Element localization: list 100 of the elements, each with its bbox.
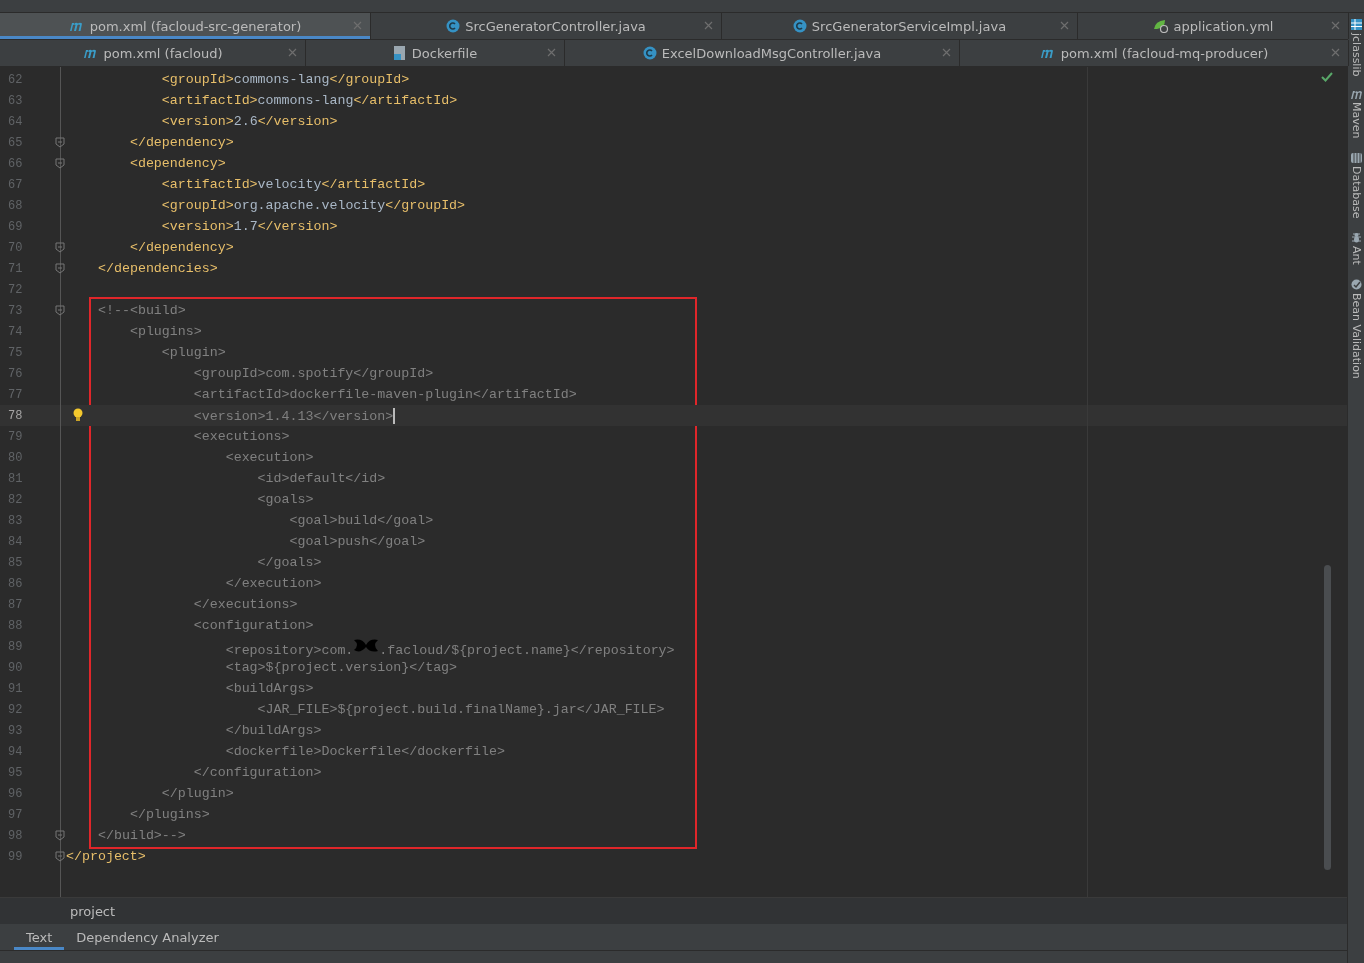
line-number: 92 xyxy=(7,702,24,717)
code-line: </buildArgs> xyxy=(224,723,322,738)
tool-window-button[interactable]: Database xyxy=(1349,165,1363,219)
code-line: <version>1.7</version> xyxy=(160,219,338,234)
view-tab[interactable]: Dependency Analyzer xyxy=(64,924,231,950)
view-tab[interactable]: Text xyxy=(14,924,65,950)
code-line: <dockerfile>Dockerfile</dockerfile> xyxy=(224,744,505,759)
close-icon[interactable] xyxy=(288,48,297,57)
line-number: 95 xyxy=(7,765,24,780)
line-number: 70 xyxy=(7,240,24,255)
line-number: 72 xyxy=(7,282,24,297)
editor-tab[interactable]: pom.xml (facloud-src-generator) xyxy=(0,13,371,39)
line-number: 75 xyxy=(7,345,24,360)
line-number: 96 xyxy=(7,786,24,801)
line-number: 90 xyxy=(7,660,24,675)
fold-icon[interactable] xyxy=(55,830,65,841)
line-number: 84 xyxy=(7,534,24,549)
close-icon[interactable] xyxy=(704,21,713,30)
scrollbar[interactable] xyxy=(1324,565,1331,870)
close-icon[interactable] xyxy=(1060,21,1069,30)
line-number: 71 xyxy=(7,261,24,276)
line-number: 81 xyxy=(7,471,24,486)
line-number: 99 xyxy=(7,849,24,864)
line-number: 88 xyxy=(7,618,24,633)
class-icon xyxy=(446,19,461,33)
fold-icon[interactable] xyxy=(55,137,65,148)
line-number: 64 xyxy=(7,114,24,129)
code-line: </plugins> xyxy=(128,807,210,822)
code-line: </goals> xyxy=(256,555,322,570)
line-number: 76 xyxy=(7,366,24,381)
close-icon[interactable] xyxy=(353,21,362,30)
code-line: <id>default</id> xyxy=(256,471,386,486)
close-icon[interactable] xyxy=(1331,21,1340,30)
code-line: </project> xyxy=(66,849,146,864)
code-line: <goal>build</goal> xyxy=(288,513,434,528)
line-number: 67 xyxy=(7,177,24,192)
code-line: <artifactId>dockerfile-maven-plugin</artifactId> xyxy=(192,387,577,402)
tool-window-button[interactable]: Maven xyxy=(1349,102,1363,139)
line-number: 83 xyxy=(7,513,24,528)
code-line: <plugin> xyxy=(160,345,226,360)
code-line: </dependencies> xyxy=(98,261,218,276)
fold-icon[interactable] xyxy=(55,242,65,253)
code-line: <dependency> xyxy=(128,156,226,171)
tool-window-button[interactable]: jclasslib xyxy=(1349,33,1363,77)
fold-icon[interactable] xyxy=(55,158,65,169)
tool-window-button[interactable]: Ant xyxy=(1349,246,1363,266)
table-icon xyxy=(1350,19,1362,30)
maven-icon xyxy=(82,47,99,59)
code-line: <groupId>commons-lang</groupId> xyxy=(160,72,410,87)
line-number: 63 xyxy=(7,93,24,108)
fold-icon[interactable] xyxy=(55,263,65,274)
tool-window-button[interactable]: Bean Validation xyxy=(1349,293,1363,380)
line-number: 68 xyxy=(7,198,24,213)
line-number: 79 xyxy=(7,429,24,444)
code-line: <tag>${project.version}</tag> xyxy=(224,660,458,675)
close-icon[interactable] xyxy=(547,48,556,57)
code-line: </build>--> xyxy=(98,828,186,843)
class-icon xyxy=(642,46,657,60)
line-number: 78 xyxy=(7,408,24,423)
close-icon[interactable] xyxy=(942,48,951,57)
text-caret xyxy=(393,407,396,424)
line-number: 93 xyxy=(7,723,24,738)
line-number: 89 xyxy=(7,639,24,654)
class-icon xyxy=(792,19,807,33)
code-line: <artifactId>velocity</artifactId> xyxy=(160,177,426,192)
code-line: <version>1.4.13</version> xyxy=(192,407,396,424)
line-number: 94 xyxy=(7,744,24,759)
fold-icon[interactable] xyxy=(55,305,65,316)
line-number: 87 xyxy=(7,597,24,612)
code-line: <executions> xyxy=(192,429,290,444)
line-number: 62 xyxy=(7,72,24,87)
maven-icon xyxy=(1039,47,1056,59)
code-line: <plugins> xyxy=(128,324,202,339)
leaf-icon xyxy=(1152,19,1169,33)
code-line: <groupId>com.spotify</groupId> xyxy=(192,366,434,381)
breadcrumb[interactable]: project xyxy=(70,903,116,919)
code-line: <!--<build> xyxy=(98,303,186,318)
code-line: <goal>push</goal> xyxy=(288,534,426,549)
code-line: <groupId>org.apache.velocity</groupId> xyxy=(160,198,466,213)
line-number: 98 xyxy=(7,828,24,843)
line-number: 69 xyxy=(7,219,24,234)
line-number: 77 xyxy=(7,387,24,402)
code-line: </dependency> xyxy=(128,135,234,150)
code-line: </dependency> xyxy=(128,240,234,255)
close-icon[interactable] xyxy=(1331,48,1340,57)
line-number: 91 xyxy=(7,681,24,696)
code-line: <JAR_FILE>${project.build.finalName}.jar</JAR_FILE> xyxy=(256,702,665,717)
maven-icon xyxy=(68,20,85,32)
code-line: <execution> xyxy=(224,450,314,465)
line-number: 65 xyxy=(7,135,24,150)
code-line: <repository>com. .facloud/${project.name}</repository> xyxy=(98,635,675,658)
code-line: <configuration> xyxy=(192,618,314,633)
fold-icon[interactable] xyxy=(55,851,65,862)
line-number: 86 xyxy=(7,576,24,591)
lightbulb-icon[interactable] xyxy=(73,408,83,422)
code-line: <buildArgs> xyxy=(224,681,314,696)
ant-icon xyxy=(1350,232,1362,244)
line-number: 97 xyxy=(7,807,24,822)
code-line: </execution> xyxy=(224,576,322,591)
line-number: 74 xyxy=(7,324,24,339)
